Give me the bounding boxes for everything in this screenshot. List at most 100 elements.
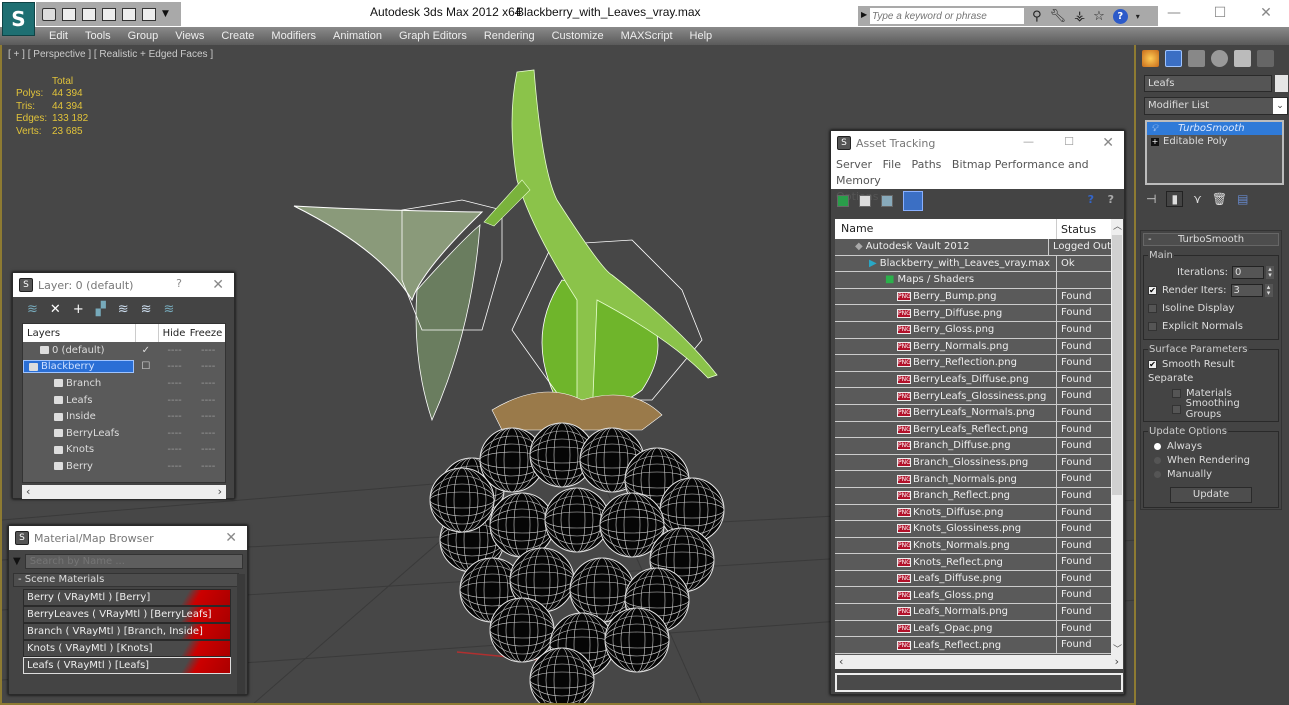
project-icon[interactable] <box>102 7 116 21</box>
material-search-input[interactable] <box>24 553 243 569</box>
asset-row[interactable]: PNG Leafs_Gloss.png Found <box>835 587 1111 605</box>
asset-maximize-button[interactable]: ☐ <box>1064 135 1074 148</box>
scroll-up-icon[interactable]: ︿ <box>1113 219 1122 232</box>
create-tab-icon[interactable] <box>1142 49 1159 67</box>
material-item[interactable]: BerryLeaves ( VRayMtl ) [BerryLeafs] <box>23 606 231 623</box>
asset-close-button[interactable]: ✕ <box>1102 135 1114 151</box>
materials-checkbox[interactable] <box>1172 388 1181 398</box>
pin-stack-icon[interactable]: ⊣ <box>1146 192 1156 206</box>
layer-name-cell[interactable]: BerryLeafs <box>23 428 134 439</box>
menu-create[interactable]: Create <box>221 27 254 45</box>
asset-row[interactable]: PNG Berry_Normals.png Found <box>835 338 1111 356</box>
menu-views[interactable]: Views <box>175 27 204 45</box>
browser-options-icon[interactable]: ▼ <box>13 556 21 567</box>
hide-toggle[interactable]: ---- <box>158 361 192 372</box>
scroll-right-icon[interactable]: › <box>1115 655 1119 669</box>
menu-graph-editors[interactable]: Graph Editors <box>399 27 467 45</box>
keyword-search-input[interactable] <box>870 8 1024 24</box>
material-item[interactable]: Branch ( VRayMtl ) [Branch, Inside] <box>23 623 231 640</box>
layer-row[interactable]: 0 (default) ✓ ---- ---- <box>23 342 225 359</box>
layer-name-cell[interactable]: 0 (default) <box>23 345 134 356</box>
asset-row[interactable]: PNG Branch_Diffuse.png Found <box>835 438 1111 455</box>
layer-name-cell[interactable]: Knots <box>23 444 134 455</box>
freeze-all-icon[interactable]: ≋ <box>164 302 175 317</box>
asset-scroll-thumb[interactable] <box>1112 235 1122 495</box>
col-freeze[interactable]: Freeze <box>189 328 223 339</box>
asset-row[interactable]: PNG Leafs_Opac.png Found <box>835 620 1111 638</box>
select-objects-icon[interactable]: ▞ <box>96 302 106 317</box>
layer-row[interactable]: Knots ---- ---- <box>23 442 225 459</box>
undo-icon[interactable] <box>82 7 96 21</box>
stack-item-editable-poly[interactable]: + Editable Poly <box>1147 135 1282 148</box>
asset-path-field[interactable] <box>835 673 1123 692</box>
help-icon[interactable]: ? <box>1112 8 1128 24</box>
asset-row[interactable]: PNG BerryLeafs_Reflect.png Found <box>835 421 1111 439</box>
radio-when-rendering[interactable] <box>1154 456 1161 464</box>
asset-vertical-scrollbar[interactable]: ︿ ﹀ <box>1111 219 1123 655</box>
utilities-tab-icon[interactable] <box>1257 49 1274 67</box>
close-button[interactable]: ✕ <box>1243 0 1289 26</box>
help-dropdown-icon[interactable]: ▾ <box>1136 12 1140 21</box>
asset-row[interactable]: PNG Knots_Reflect.png Found <box>835 554 1111 571</box>
asset-row[interactable]: ◆ Autodesk Vault 2012 Logged Out <box>835 239 1111 256</box>
create-layer-icon[interactable]: ≋ <box>27 302 38 317</box>
menu-customize[interactable]: Customize <box>552 27 604 45</box>
layer-dialog-titlebar[interactable]: S Layer: 0 (default) ? ✕ <box>13 273 234 297</box>
save-icon[interactable] <box>62 7 76 21</box>
render-iters-spinner[interactable]: 3 <box>1230 283 1263 297</box>
asset-row[interactable]: PNG BerryLeafs_Normals.png Found <box>835 404 1111 422</box>
update-button[interactable]: Update <box>1170 487 1252 503</box>
configure-sets-icon[interactable]: ▤ <box>1237 192 1248 206</box>
layer-row[interactable]: Leafs ---- ---- <box>23 392 225 409</box>
select-layer-icon[interactable]: ≋ <box>118 302 129 317</box>
menu-modifiers[interactable]: Modifiers <box>271 27 316 45</box>
remove-modifier-icon[interactable]: 🗑︎ <box>1212 192 1227 206</box>
hide-toggle[interactable]: ---- <box>158 395 192 406</box>
asset-menu-file[interactable]: File <box>883 158 901 171</box>
col-status[interactable]: Status <box>1057 223 1096 236</box>
asset-row[interactable]: PNG Knots_Diffuse.png Found <box>835 504 1111 522</box>
display-tab-icon[interactable] <box>1234 49 1251 67</box>
scroll-down-icon[interactable]: ﹀ <box>1113 642 1122 655</box>
scroll-left-icon[interactable]: ‹ <box>839 655 843 669</box>
iterations-spinner[interactable]: 0 <box>1232 265 1264 279</box>
menu-animation[interactable]: Animation <box>333 27 382 45</box>
explicit-normals-checkbox[interactable] <box>1148 321 1157 331</box>
current-layer-toggle[interactable]: ✓ <box>134 345 158 356</box>
object-color-swatch[interactable] <box>1275 75 1288 92</box>
menu-tools[interactable]: Tools <box>85 27 111 45</box>
material-item[interactable]: Leafs ( VRayMtl ) [Leafs] <box>23 657 231 674</box>
scene-materials-group[interactable]: - Scene Materials <box>13 573 239 587</box>
chevron-down-icon[interactable]: ⌄ <box>1273 98 1287 114</box>
motion-tab-icon[interactable] <box>1211 49 1228 67</box>
minimize-button[interactable]: — <box>1151 0 1197 26</box>
open-icon[interactable] <box>42 7 56 21</box>
asset-row[interactable]: PNG Leafs_Diffuse.png Found <box>835 570 1111 588</box>
asset-row[interactable]: PNG Branch_Glossiness.png Found <box>835 454 1111 472</box>
col-hide[interactable]: Hide <box>159 328 189 339</box>
current-layer-toggle[interactable]: ☐ <box>134 361 158 372</box>
hide-toggle[interactable]: ---- <box>158 428 192 439</box>
layer-row[interactable]: Blackberry ☐ ---- ---- <box>23 359 225 376</box>
col-name[interactable]: Name <box>835 219 1057 239</box>
list-view-icon[interactable] <box>859 195 871 207</box>
spinner-arrows-icon[interactable]: ▴ ▾ <box>1266 265 1274 279</box>
layer-name-cell[interactable]: Branch <box>23 378 134 389</box>
stack-item-turbosmooth[interactable]: 💡︎ TurboSmooth <box>1147 122 1282 135</box>
col-layers[interactable]: Layers <box>23 328 135 339</box>
freeze-toggle[interactable]: ---- <box>191 395 225 406</box>
maximize-button[interactable]: ☐ <box>1197 0 1243 26</box>
freeze-toggle[interactable]: ---- <box>191 444 225 455</box>
material-item[interactable]: Knots ( VRayMtl ) [Knots] <box>23 640 231 657</box>
asset-menu-bitmap-performance[interactable]: Bitmap Performance and Memory <box>836 158 1089 187</box>
material-browser-close[interactable]: ✕ <box>225 530 237 546</box>
menu-edit[interactable]: Edit <box>49 27 68 45</box>
table-view-icon[interactable] <box>903 191 923 211</box>
layer-name-cell[interactable]: Inside <box>23 411 134 422</box>
help-query-icon[interactable]: ? <box>1088 193 1094 206</box>
lightbulb-icon[interactable]: 💡︎ <box>1151 123 1158 134</box>
menu-rendering[interactable]: Rendering <box>484 27 535 45</box>
modifier-list-dropdown[interactable]: Modifier List ⌄ <box>1144 97 1288 115</box>
asset-row[interactable]: PNG Knots_Glossiness.png Found <box>835 521 1111 538</box>
layer-name-cell[interactable]: Leafs <box>23 395 134 406</box>
